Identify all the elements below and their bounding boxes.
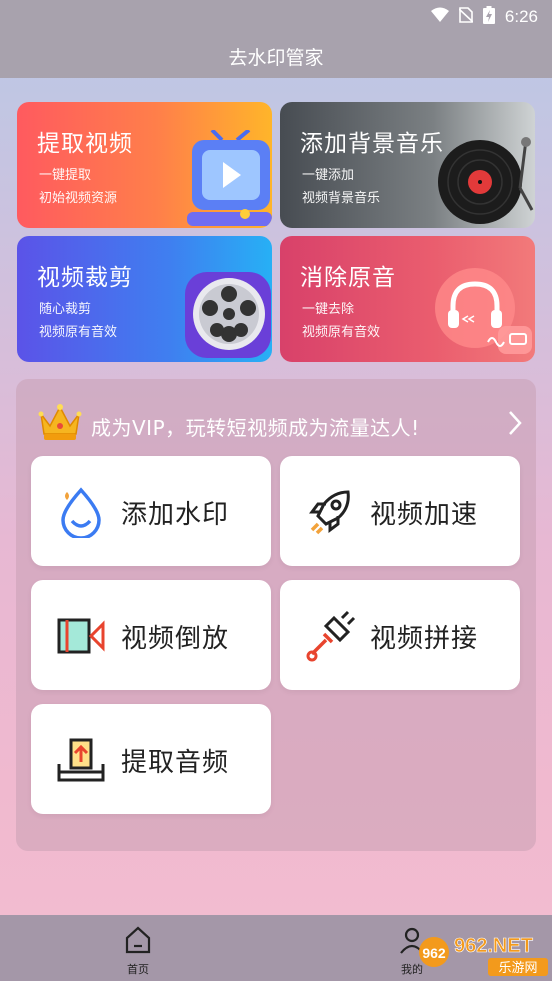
wifi-icon bbox=[430, 7, 449, 28]
tool-video-reverse-button[interactable]: 视频倒放 bbox=[31, 580, 271, 690]
video-reverse-icon bbox=[57, 618, 105, 654]
card-video-crop[interactable]: 视频裁剪 随心裁剪 视频原有音效 bbox=[17, 236, 272, 362]
plug-connect-icon bbox=[306, 610, 356, 662]
tool-video-merge-button[interactable]: 视频拼接 bbox=[280, 580, 520, 690]
card-subtitle: 一键添加 bbox=[302, 168, 355, 183]
tv-play-icon bbox=[187, 130, 272, 226]
card-title: 添加背景音乐 bbox=[300, 131, 444, 157]
card-add-bgm[interactable]: 添加背景音乐 一键添加 视频背景音乐 bbox=[280, 102, 535, 228]
tool-video-speed-button[interactable]: 视频加速 bbox=[280, 456, 520, 566]
card-subtitle: 视频背景音乐 bbox=[302, 191, 381, 206]
svg-text:962: 962 bbox=[422, 945, 446, 961]
crown-icon bbox=[38, 404, 82, 440]
nav-label: 首页 bbox=[127, 963, 149, 976]
card-subtitle: 随心裁剪 bbox=[39, 302, 92, 317]
card-subtitle: 一键去除 bbox=[302, 302, 355, 317]
svg-text:962.NET: 962.NET bbox=[454, 935, 533, 957]
svg-text:乐游网: 乐游网 bbox=[498, 961, 537, 976]
card-subtitle: 视频原有音效 bbox=[302, 325, 381, 340]
app-bar: 去水印管家 bbox=[0, 34, 552, 78]
tool-label: 提取音频 bbox=[121, 748, 230, 778]
status-bar: 6:26 bbox=[0, 0, 552, 34]
headphones-icon bbox=[435, 268, 532, 354]
no-sim-icon bbox=[458, 6, 474, 28]
vip-banner[interactable]: 成为VIP，玩转短视频成为流量达人! bbox=[16, 400, 536, 446]
card-extract-video[interactable]: 提取视频 一键提取 初始视频资源 bbox=[17, 102, 272, 228]
tool-label: 添加水印 bbox=[121, 500, 230, 530]
chevron-right-icon bbox=[509, 411, 522, 435]
card-title: 提取视频 bbox=[37, 131, 133, 157]
card-title: 视频裁剪 bbox=[37, 265, 133, 291]
card-subtitle: 初始视频资源 bbox=[39, 191, 118, 206]
vip-text: 成为VIP，玩转短视频成为流量达人! bbox=[91, 416, 420, 440]
status-time: 6:26 bbox=[504, 7, 538, 26]
tool-label: 视频加速 bbox=[370, 500, 479, 530]
card-title: 消除原音 bbox=[300, 265, 396, 291]
tool-extract-audio-button[interactable]: 提取音频 bbox=[31, 704, 271, 814]
battery-icon bbox=[482, 5, 495, 29]
card-subtitle: 视频原有音效 bbox=[39, 325, 118, 340]
tool-add-watermark-button[interactable]: 添加水印 bbox=[31, 456, 271, 566]
nav-home[interactable]: 首页 bbox=[108, 925, 168, 977]
water-drop-icon bbox=[61, 487, 101, 538]
extract-audio-icon bbox=[57, 738, 105, 782]
card-remove-audio[interactable]: 消除原音 一键去除 视频原有音效 bbox=[280, 236, 535, 362]
tool-label: 视频拼接 bbox=[370, 624, 479, 654]
home-icon bbox=[125, 926, 151, 954]
card-subtitle: 一键提取 bbox=[39, 168, 92, 183]
tool-label: 视频倒放 bbox=[121, 624, 230, 654]
film-reel-icon bbox=[185, 272, 271, 358]
rocket-icon bbox=[309, 490, 350, 535]
vinyl-record-icon bbox=[438, 137, 534, 224]
app-title: 去水印管家 bbox=[228, 46, 324, 69]
site-watermark-logo: 962 962.NET 乐游网 bbox=[419, 935, 548, 976]
